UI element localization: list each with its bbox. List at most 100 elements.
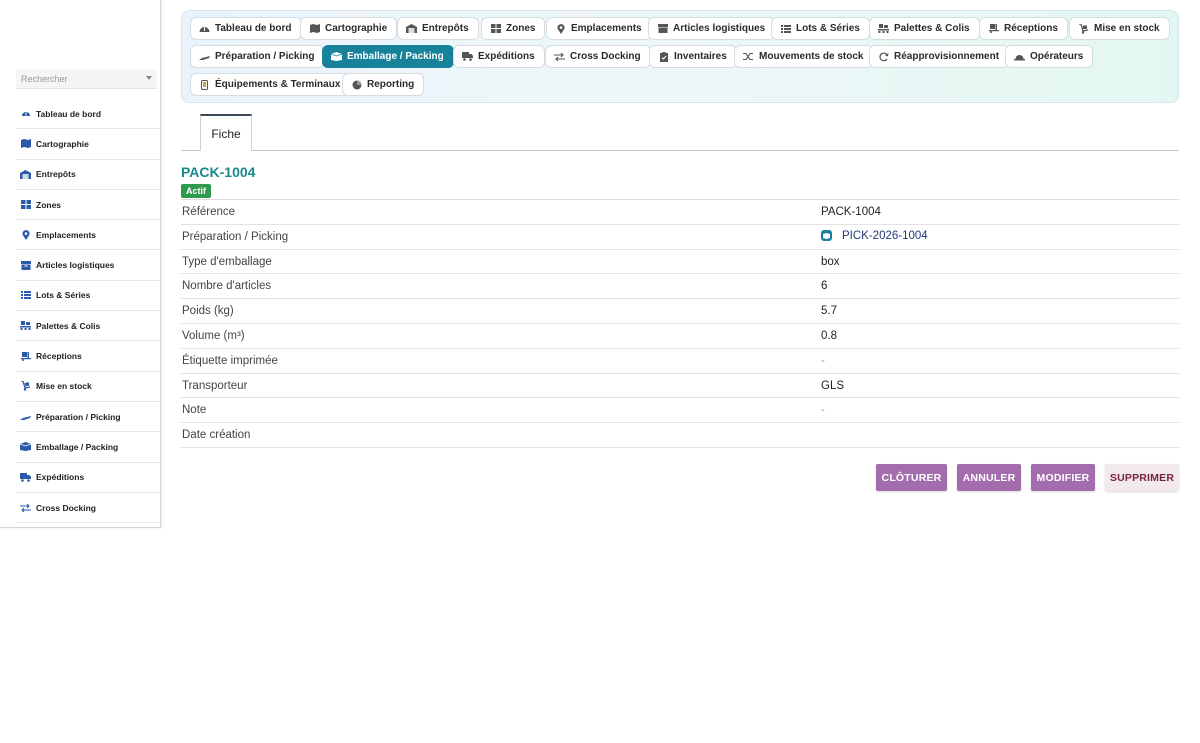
truck-icon	[462, 52, 473, 62]
nav-label: Palettes & Colis	[894, 23, 970, 34]
picking-icon	[20, 412, 31, 422]
sidebar-menu: Tableau de bord Cartographie Entrepôts Z…	[16, 99, 161, 524]
sidebar-item-entrepots[interactable]: Entrepôts	[16, 160, 161, 190]
packing-icon	[331, 52, 342, 62]
nav-label: Préparation / Picking	[215, 51, 315, 62]
sidebar-item-label: Cartographie	[36, 138, 89, 149]
sidebar-item-cartographie[interactable]: Cartographie	[16, 129, 161, 160]
annuler-button[interactable]: ANNULER	[957, 464, 1021, 491]
location-pin-icon	[20, 229, 31, 240]
sidebar-item-label: Entrepôts	[36, 169, 76, 180]
sidebar-item-preparation-picking[interactable]: Préparation / Picking	[16, 402, 161, 433]
chevron-down-icon[interactable]	[146, 76, 152, 80]
sidebar-item-receptions[interactable]: Réceptions	[16, 341, 161, 372]
dashboard-icon	[199, 24, 210, 34]
field-row-volume: Volume (m³) 0.8	[181, 324, 1179, 349]
nav-label: Lots & Séries	[796, 23, 860, 34]
picking-link[interactable]: PICK-2026-1004	[821, 230, 928, 242]
field-label: Étiquette imprimée	[182, 354, 278, 367]
field-value: 6	[821, 280, 828, 293]
cloturer-button[interactable]: CLÔTURER	[876, 464, 947, 491]
field-row-transporteur: Transporteur GLS	[181, 374, 1179, 399]
nav-reapprovisionnement[interactable]: Réapprovisionnement	[869, 45, 1010, 68]
nav-reporting[interactable]: Reporting	[342, 73, 425, 96]
nav-receptions[interactable]: Réceptions	[979, 17, 1068, 40]
nav-cartographie[interactable]: Cartographie	[300, 17, 398, 40]
box-icon	[20, 260, 31, 270]
nav-label: Tableau de bord	[215, 23, 292, 34]
sidebar-item-label: Expéditions	[36, 472, 85, 483]
nav-entrepots[interactable]: Entrepôts	[397, 17, 479, 40]
sidebar-item-label: Zones	[36, 199, 62, 210]
sidebar-item-tableau-de-bord[interactable]: Tableau de bord	[16, 99, 161, 130]
field-label: Transporteur	[182, 379, 248, 392]
sidebar-item-zones[interactable]: Zones	[16, 190, 161, 221]
sidebar-item-mise-en-stock[interactable]: Mise en stock	[16, 372, 161, 402]
sidebar-item-label: Cross Docking	[36, 502, 96, 513]
nav-tableau-de-bord[interactable]: Tableau de bord	[190, 17, 302, 40]
nav-lots-series[interactable]: Lots & Séries	[771, 17, 870, 40]
nav-label: Entrepôts	[422, 23, 469, 34]
dolly-icon	[20, 351, 31, 361]
sidebar-item-label: Préparation / Picking	[36, 411, 121, 422]
sidebar-item-palettes-colis[interactable]: Palettes & Colis	[16, 311, 161, 342]
nav-equipements-terminaux[interactable]: Équipements & Terminaux	[190, 73, 351, 96]
nav-emballage-packing[interactable]: Emballage / Packing	[322, 45, 454, 68]
nav-label: Opérateurs	[1030, 51, 1084, 62]
dashboard-icon	[20, 109, 31, 119]
field-label: Référence	[182, 206, 236, 218]
field-label: Poids (kg)	[182, 305, 234, 318]
dolly-icon	[988, 24, 999, 34]
sidebar-item-label: Articles logistiques	[36, 260, 115, 271]
nav-preparation-picking[interactable]: Préparation / Picking	[190, 45, 325, 68]
nav-zones[interactable]: Zones	[481, 17, 546, 40]
sidebar-item-label: Lots & Séries	[36, 290, 91, 301]
field-label: Préparation / Picking	[182, 230, 289, 243]
refresh-icon	[878, 52, 889, 62]
pallet-icon	[20, 321, 31, 331]
hand-truck-icon	[20, 381, 31, 392]
tab-fiche[interactable]: Fiche	[200, 114, 252, 151]
sidebar-item-articles-logistiques[interactable]: Articles logistiques	[16, 250, 161, 281]
sidebar-item-emballage-packing[interactable]: Emballage / Packing	[16, 432, 161, 463]
sidebar-item-label: Emballage / Packing	[36, 441, 119, 452]
sidebar-item-lots-series[interactable]: Lots & Séries	[16, 281, 161, 312]
nav-emplacements[interactable]: Emplacements	[546, 17, 652, 40]
nav-expeditions[interactable]: Expéditions	[453, 45, 545, 68]
sidebar-item-expeditions[interactable]: Expéditions	[16, 463, 161, 493]
nav-palettes-colis[interactable]: Palettes & Colis	[869, 17, 980, 40]
record-link-icon	[821, 230, 832, 242]
record-fields: Référence PACK-1004 Préparation / Pickin…	[181, 199, 1179, 448]
sidebar-search[interactable]	[16, 69, 157, 89]
sidebar-item-label: Palettes & Colis	[36, 320, 101, 331]
sidebar-item-label: Mise en stock	[36, 381, 92, 392]
nav-operateurs[interactable]: Opérateurs	[1005, 45, 1094, 68]
field-value: 5.7	[821, 305, 837, 318]
nav-cross-docking[interactable]: Cross Docking	[545, 45, 651, 68]
search-input[interactable]	[16, 69, 157, 89]
nav-inventaires[interactable]: Inventaires	[649, 45, 737, 68]
field-label: Note	[182, 404, 207, 417]
box-icon	[657, 24, 668, 34]
sidebar-item-label: Tableau de bord	[36, 108, 102, 119]
field-label: Nombre d'articles	[182, 280, 272, 293]
field-row-poids: Poids (kg) 5.7	[181, 299, 1179, 324]
nav-mise-en-stock[interactable]: Mise en stock	[1069, 17, 1170, 40]
sidebar-item-cross-docking[interactable]: Cross Docking	[16, 493, 161, 524]
nav-mouvements-de-stock[interactable]: Mouvements de stock	[734, 45, 874, 68]
field-row-type-emballage: Type d'emballage box	[181, 250, 1179, 275]
pallet-icon	[878, 24, 889, 34]
field-label: Volume (m³)	[182, 329, 245, 342]
location-pin-icon	[555, 23, 566, 34]
field-label: Type d'emballage	[182, 255, 272, 268]
nav-label: Réceptions	[1004, 23, 1058, 34]
field-row-nombre-articles: Nombre d'articles 6	[181, 274, 1179, 300]
pie-chart-icon	[351, 80, 362, 90]
supprimer-button[interactable]: SUPPRIMER	[1105, 464, 1179, 491]
nav-label: Mouvements de stock	[759, 51, 864, 62]
sidebar-item-emplacements[interactable]: Emplacements	[16, 220, 161, 251]
modifier-button[interactable]: MODIFIER	[1031, 464, 1095, 491]
nav-articles-logistiques[interactable]: Articles logistiques	[648, 17, 776, 40]
nav-label: Réapprovisionnement	[894, 51, 1000, 62]
picking-link-label[interactable]: PICK-2026-1004	[842, 230, 928, 242]
